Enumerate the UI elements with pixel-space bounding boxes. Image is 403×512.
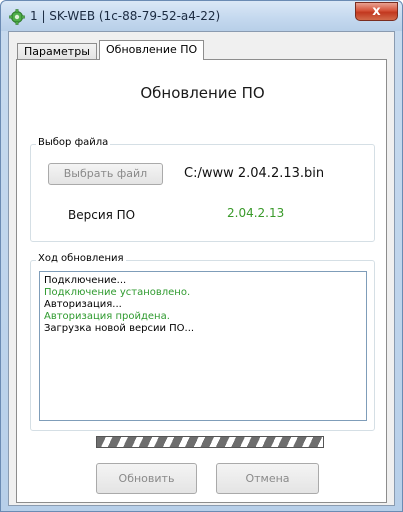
- page-title: Обновление ПО: [140, 84, 265, 102]
- log-line: Авторизация пройдена.: [44, 311, 170, 322]
- update-log[interactable]: Подключение... Подключение установлено. …: [39, 271, 367, 421]
- version-label: Версия ПО: [68, 208, 136, 222]
- choose-file-button[interactable]: Выбрать файл: [48, 163, 163, 185]
- version-value: 2.04.2.13: [227, 206, 285, 220]
- close-icon: x: [372, 4, 381, 19]
- close-button[interactable]: x: [355, 2, 398, 21]
- progress-bar-fill: [97, 437, 323, 447]
- update-button[interactable]: Обновить: [96, 463, 197, 494]
- tab-parameters[interactable]: Параметры: [17, 43, 97, 59]
- progress-group-label: Ход обновления: [36, 253, 126, 264]
- tab-firmware-update[interactable]: Обновление ПО: [99, 40, 205, 60]
- log-line: Подключение...: [44, 275, 127, 286]
- window-title: 1 | SK-WEB (1c-88-79-52-a4-22): [30, 9, 221, 23]
- gear-icon: [9, 9, 25, 25]
- file-path-text: C:/www 2.04.2.13.bin: [184, 166, 325, 181]
- file-group-label: Выбор файла: [36, 137, 111, 148]
- file-select-group: Выбор файла Выбрать файл C:/www 2.04.2.1…: [30, 137, 375, 242]
- app-window: 1 | SK-WEB (1c-88-79-52-a4-22) x Парамет…: [0, 0, 403, 512]
- tab-panel: Обновление ПО Выбор файла Выбрать файл C…: [16, 59, 387, 503]
- update-progress-group: Ход обновления Подключение... Подключени…: [30, 253, 375, 431]
- title-bar[interactable]: 1 | SK-WEB (1c-88-79-52-a4-22) x: [1, 1, 402, 31]
- log-line: Авторизация...: [44, 299, 122, 310]
- cancel-button[interactable]: Отмена: [216, 463, 319, 494]
- progress-bar: [96, 436, 324, 448]
- log-line: Загрузка новой версии ПО...: [44, 323, 195, 334]
- log-line: Подключение установлено.: [44, 287, 191, 298]
- client-area: Параметры Обновление ПО Обновление ПО Вы…: [8, 31, 395, 506]
